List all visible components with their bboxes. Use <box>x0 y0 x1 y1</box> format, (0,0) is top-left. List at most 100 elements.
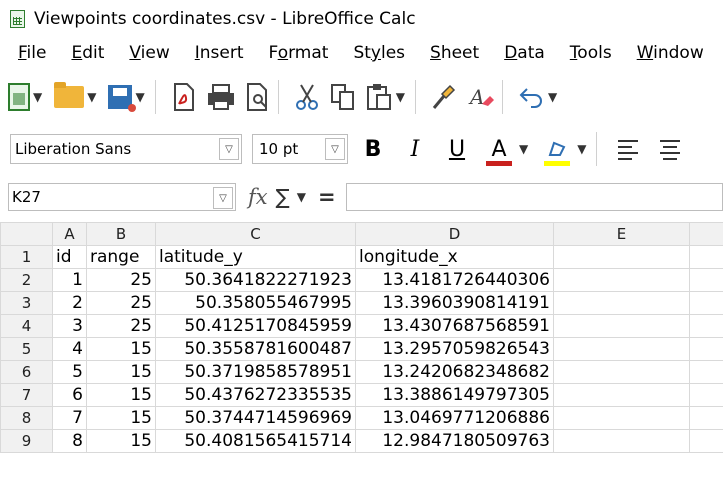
cell-a[interactable]: 5 <box>52 360 87 384</box>
cell-f[interactable] <box>689 429 723 453</box>
cell-d[interactable]: 13.3960390814191 <box>355 291 554 315</box>
cell-e[interactable] <box>553 268 690 292</box>
formula-input[interactable] <box>345 183 723 211</box>
cell-f[interactable] <box>689 314 723 338</box>
cell-f[interactable] <box>689 383 723 407</box>
row-header[interactable]: 1 <box>0 245 53 269</box>
menu-format[interactable]: Format <box>269 43 329 63</box>
cell-a[interactable]: id <box>52 245 87 269</box>
clone-formatting-button[interactable] <box>430 77 458 117</box>
cell-d[interactable]: longitude_x <box>355 245 554 269</box>
cell-d[interactable]: 12.9847180509763 <box>355 429 554 453</box>
open-button[interactable] <box>54 77 85 117</box>
cell-b[interactable]: 15 <box>86 429 156 453</box>
cell-a[interactable]: 2 <box>52 291 87 315</box>
cell-b[interactable]: 25 <box>86 291 156 315</box>
cell-c[interactable]: 50.4376272335535 <box>155 383 356 407</box>
cut-button[interactable] <box>293 77 321 117</box>
copy-button[interactable] <box>329 77 357 117</box>
save-button[interactable] <box>108 77 137 117</box>
cell-e[interactable] <box>553 406 690 430</box>
cell-c[interactable]: 50.4081565415714 <box>155 429 356 453</box>
cell-d[interactable]: 13.0469771206886 <box>355 406 554 430</box>
align-left-button[interactable] <box>611 132 645 166</box>
row-header[interactable]: 3 <box>0 291 53 315</box>
menu-view[interactable]: View <box>129 43 169 63</box>
chevron-down-icon[interactable]: ▽ <box>213 187 233 209</box>
cell-d[interactable]: 13.4181726440306 <box>355 268 554 292</box>
chevron-down-icon[interactable]: ▽ <box>325 138 345 160</box>
cell-f[interactable] <box>689 337 723 361</box>
cell-a[interactable]: 7 <box>52 406 87 430</box>
font-size-combobox[interactable]: 10 pt ▽ <box>252 134 348 164</box>
undo-dropdown-arrow-icon[interactable]: ▼ <box>548 90 557 104</box>
cell-f[interactable] <box>689 406 723 430</box>
cell-f[interactable] <box>689 268 723 292</box>
column-header-a[interactable]: A <box>52 222 87 246</box>
print-preview-button[interactable] <box>244 77 272 117</box>
cell-b[interactable]: 15 <box>86 337 156 361</box>
cell-b[interactable]: 15 <box>86 360 156 384</box>
cell-c[interactable]: latitude_y <box>155 245 356 269</box>
formula-button[interactable]: = <box>318 185 336 209</box>
cell-a[interactable]: 8 <box>52 429 87 453</box>
menu-data[interactable]: Data <box>504 43 545 63</box>
cell-d[interactable]: 13.4307687568591 <box>355 314 554 338</box>
cell-d[interactable]: 13.2420682348682 <box>355 360 554 384</box>
cell-b[interactable]: 25 <box>86 268 156 292</box>
cell-e[interactable] <box>553 291 690 315</box>
cell-e[interactable] <box>553 314 690 338</box>
new-dropdown-arrow-icon[interactable]: ▼ <box>33 90 42 104</box>
font-name-combobox[interactable]: Liberation Sans ▽ <box>10 134 242 164</box>
menu-insert[interactable]: Insert <box>195 43 244 63</box>
row-header[interactable]: 4 <box>0 314 53 338</box>
menu-styles[interactable]: Styles <box>353 43 405 63</box>
menu-window[interactable]: Window <box>637 43 704 63</box>
cell-c[interactable]: 50.4125170845959 <box>155 314 356 338</box>
highlight-dropdown-arrow-icon[interactable]: ▼ <box>577 142 586 156</box>
new-document-button[interactable] <box>8 77 30 117</box>
function-wizard-button[interactable]: fx <box>248 185 268 209</box>
undo-button[interactable] <box>517 77 545 117</box>
save-dropdown-arrow-icon[interactable]: ▼ <box>135 90 144 104</box>
sum-dropdown-arrow-icon[interactable]: ▼ <box>297 190 306 204</box>
cell-b[interactable]: range <box>86 245 156 269</box>
cell-a[interactable]: 3 <box>52 314 87 338</box>
cell-c[interactable]: 50.358055467995 <box>155 291 356 315</box>
cell-b[interactable]: 15 <box>86 383 156 407</box>
cell-f[interactable] <box>689 291 723 315</box>
font-color-button[interactable]: A <box>482 132 516 166</box>
select-all-corner[interactable] <box>0 222 53 246</box>
cell-c[interactable]: 50.3641822271923 <box>155 268 356 292</box>
cell-e[interactable] <box>553 429 690 453</box>
row-header[interactable]: 5 <box>0 337 53 361</box>
column-header-f[interactable] <box>689 222 723 246</box>
cell-e[interactable] <box>553 337 690 361</box>
paste-button[interactable] <box>365 77 393 117</box>
print-button[interactable] <box>206 77 236 117</box>
open-dropdown-arrow-icon[interactable]: ▼ <box>87 90 96 104</box>
menu-tools[interactable]: Tools <box>570 43 612 63</box>
row-header[interactable]: 8 <box>0 406 53 430</box>
column-header-d[interactable]: D <box>355 222 554 246</box>
cell-a[interactable]: 4 <box>52 337 87 361</box>
name-box[interactable]: K27 ▽ <box>8 183 236 211</box>
cell-e[interactable] <box>553 360 690 384</box>
highlight-color-button[interactable] <box>540 132 574 166</box>
bold-button[interactable]: B <box>356 132 390 166</box>
column-header-b[interactable]: B <box>86 222 156 246</box>
row-header[interactable]: 2 <box>0 268 53 292</box>
cell-a[interactable]: 6 <box>52 383 87 407</box>
cell-e[interactable] <box>553 383 690 407</box>
column-header-c[interactable]: C <box>155 222 356 246</box>
font-color-dropdown-arrow-icon[interactable]: ▼ <box>519 142 528 156</box>
row-header[interactable]: 6 <box>0 360 53 384</box>
cell-c[interactable]: 50.3744714596969 <box>155 406 356 430</box>
cell-f[interactable] <box>689 360 723 384</box>
cell-b[interactable]: 25 <box>86 314 156 338</box>
underline-button[interactable]: U <box>440 132 474 166</box>
cell-d[interactable]: 13.3886149797305 <box>355 383 554 407</box>
cell-a[interactable]: 1 <box>52 268 87 292</box>
cell-e[interactable] <box>553 245 690 269</box>
menu-file[interactable]: File <box>18 43 46 63</box>
